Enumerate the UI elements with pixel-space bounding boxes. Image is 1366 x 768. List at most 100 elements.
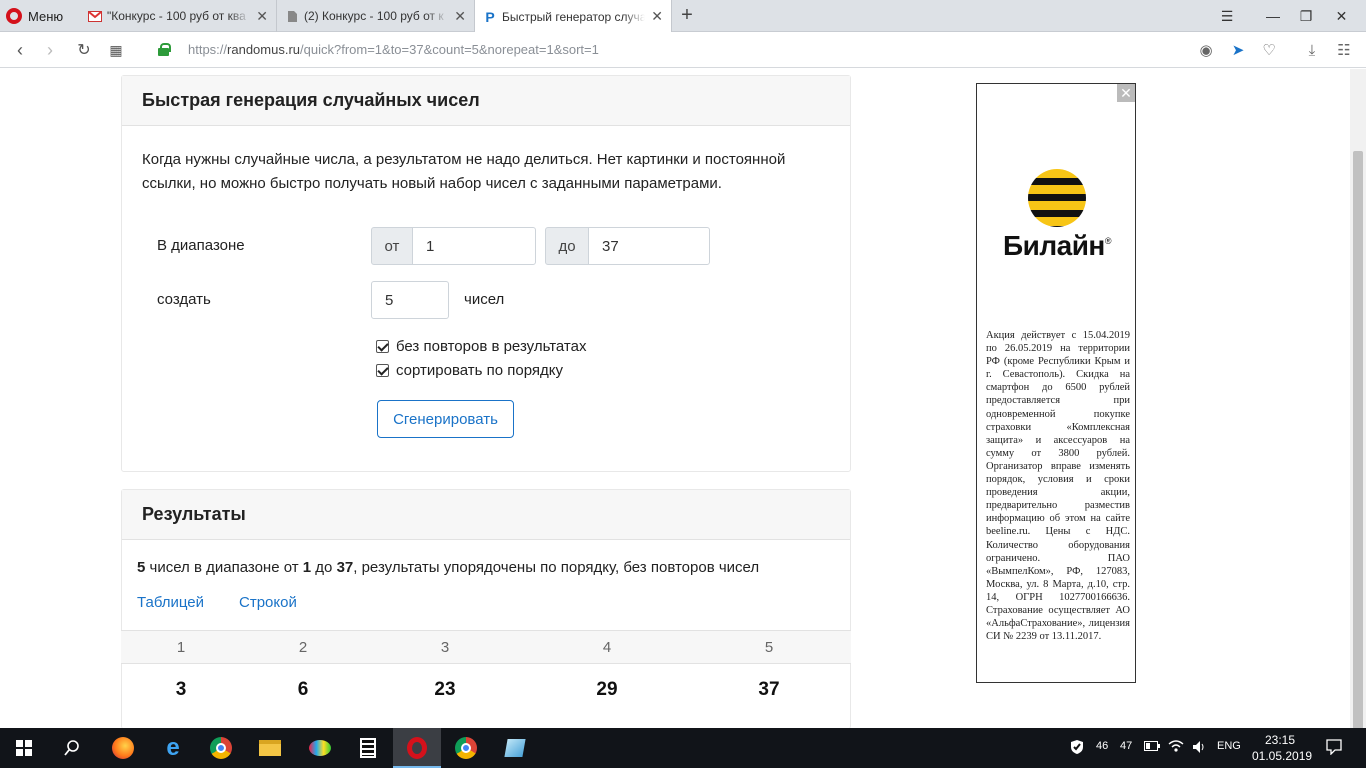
from-input[interactable]: 1 [412, 227, 536, 265]
column-header: 2 [298, 639, 308, 656]
tab-title: "Конкурс - 100 руб от ква [107, 9, 246, 23]
tab-menu-icon[interactable]: ☰ [1204, 0, 1250, 32]
back-icon[interactable]: ‹ [8, 38, 32, 62]
menu-label: Меню [28, 8, 64, 24]
ad-disclaimer: Акция действует с 15.04.2019 по 26.05.20… [986, 330, 1130, 643]
tray-number: 46 [1096, 740, 1109, 752]
tab-gmail-contest[interactable]: "Конкурс - 100 руб от ква ✕ [80, 0, 277, 32]
column-header: 5 [764, 639, 774, 656]
opera-menu-button[interactable]: Меню [6, 6, 63, 26]
address-bar: ‹ › ↻ ▦ https://randomus.ru/quick?from=1… [0, 32, 1366, 68]
heart-icon[interactable]: ♡ [1257, 38, 1281, 62]
count-input[interactable]: 5 [371, 281, 449, 319]
url-prefix: https:// [188, 42, 228, 57]
view-table-link[interactable]: Таблицей [137, 594, 204, 611]
scrollbar-thumb[interactable] [1353, 151, 1363, 728]
column-header: 1 [176, 639, 186, 656]
to-addon: до [545, 227, 589, 265]
tray-number: 47 [1120, 740, 1133, 752]
sort-label: сортировать по порядку [396, 362, 563, 379]
to-input[interactable]: 37 [588, 227, 710, 265]
speed-dial-icon[interactable]: ▦ [104, 38, 128, 62]
results-table-header: 1 2 3 4 5 [121, 630, 851, 664]
summary-text: до [311, 559, 337, 576]
close-tab-icon[interactable]: ✕ [454, 8, 466, 25]
app-icon[interactable] [491, 728, 539, 768]
randomus-icon: P [485, 8, 495, 25]
document-icon [285, 9, 299, 23]
opera-taskbar-icon[interactable] [393, 728, 441, 768]
summary-to: 37 [336, 559, 354, 576]
norepeat-checkbox[interactable]: без повторов в результатах [376, 338, 586, 355]
quick-generator-card: Быстрая генерация случайных чисел Когда … [121, 75, 851, 472]
column-header: 3 [440, 639, 450, 656]
file-explorer-icon[interactable] [246, 728, 294, 768]
language-indicator[interactable]: ENG [1217, 740, 1241, 752]
description: Когда нужны случайные числа, а результат… [142, 151, 786, 192]
forward-icon[interactable]: › [38, 38, 62, 62]
norepeat-label: без повторов в результатах [396, 338, 587, 355]
card-title: Быстрая генерация случайных чисел [122, 76, 850, 126]
new-tab-button[interactable]: + [676, 4, 698, 27]
chrome-icon[interactable] [197, 728, 245, 768]
url-field[interactable]: https://randomus.ru/quick?from=1&to=37&c… [188, 42, 599, 57]
page-content: Быстрая генерация случайных чисел Когда … [0, 69, 1366, 728]
results-title: Результаты [122, 490, 850, 540]
tab-title: (2) Конкурс - 100 руб от к [304, 9, 444, 23]
calculator-icon[interactable] [344, 728, 392, 768]
ad-brand: Билайн® [977, 230, 1137, 262]
browser-tab-bar: Меню "Конкурс - 100 руб от ква ✕ (2) Кон… [0, 0, 1366, 33]
security-shield-icon[interactable] [1070, 739, 1084, 758]
summary-text: , результаты упорядочены по порядку, без… [353, 559, 760, 576]
opera-logo-icon [6, 8, 22, 24]
paint-icon[interactable] [296, 728, 344, 768]
results-summary: 5 чисел в диапазоне от 1 до 37, результа… [137, 559, 759, 576]
column-header: 4 [602, 639, 612, 656]
clock-date: 01.05.2019 [1252, 749, 1313, 763]
reload-icon[interactable]: ↻ [72, 38, 96, 62]
gmail-icon [88, 9, 102, 23]
result-value: 23 [434, 679, 456, 700]
results-card: Результаты [121, 489, 851, 728]
view-line-link[interactable]: Строкой [239, 594, 297, 611]
clock-time: 23:15 [1264, 733, 1296, 747]
volume-icon[interactable] [1192, 740, 1208, 757]
battery-icon[interactable] [1144, 741, 1160, 754]
clock[interactable]: 23:15 01.05.2019 [1252, 732, 1313, 764]
search-icon[interactable] [48, 728, 96, 768]
easy-setup-icon[interactable]: ☷ [1332, 38, 1356, 62]
beeline-logo-icon [1028, 169, 1086, 227]
tab-random-generator[interactable]: P Быстрый генератор случа ✕ [475, 0, 672, 33]
summary-text: чисел в диапазоне от [145, 559, 303, 576]
result-value: 6 [297, 679, 309, 700]
download-icon[interactable]: ⤓ [1300, 38, 1324, 62]
checkbox-checked-icon[interactable] [376, 340, 389, 353]
lock-icon [158, 43, 171, 56]
camera-icon[interactable]: ◉ [1194, 38, 1218, 62]
page-scrollbar[interactable] [1350, 69, 1366, 728]
result-value: 29 [596, 679, 618, 700]
wifi-icon[interactable] [1168, 739, 1184, 756]
chrome-icon[interactable] [442, 728, 490, 768]
result-value: 3 [175, 679, 187, 700]
summary-from: 1 [302, 559, 312, 576]
from-addon: от [371, 227, 413, 265]
sort-checkbox[interactable]: сортировать по порядку [376, 362, 563, 379]
close-tab-icon[interactable]: ✕ [651, 8, 663, 25]
checkbox-checked-icon[interactable] [376, 364, 389, 377]
brand-name: Билайн [1003, 230, 1105, 261]
beeline-ad[interactable]: ✕ Билайн® Акция действует с 15.04.2019 п… [976, 83, 1136, 683]
send-icon[interactable]: ➤ [1226, 38, 1250, 62]
generate-button[interactable]: Сгенерировать [377, 400, 514, 438]
close-tab-icon[interactable]: ✕ [256, 8, 268, 25]
edge-icon[interactable]: e [149, 728, 197, 768]
start-windows-icon[interactable] [0, 728, 48, 768]
notifications-icon[interactable] [1326, 739, 1342, 758]
count-suffix: чисел [464, 291, 505, 308]
firefox-icon[interactable] [99, 728, 147, 768]
close-window-icon[interactable]: ✕ [1317, 0, 1366, 32]
ad-close-icon[interactable]: ✕ [1117, 84, 1135, 102]
trademark: ® [1104, 236, 1112, 246]
url-domain: randomus.ru [227, 42, 301, 57]
tab-contest-document[interactable]: (2) Конкурс - 100 руб от к ✕ [277, 0, 475, 32]
